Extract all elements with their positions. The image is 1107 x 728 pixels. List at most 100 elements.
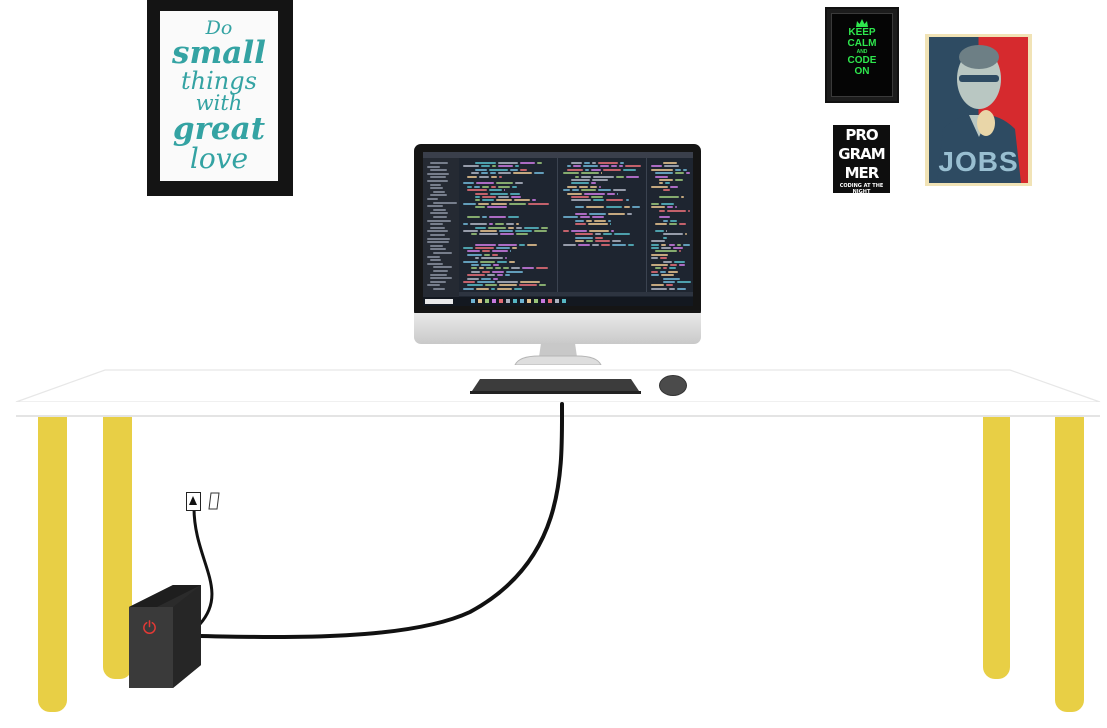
file-tree-item[interactable]	[433, 216, 447, 218]
code-line	[651, 274, 659, 277]
keyboard[interactable]	[470, 379, 641, 394]
code-line	[612, 189, 627, 192]
taskbar-app-icon[interactable]	[492, 299, 496, 303]
taskbar-app-icon[interactable]	[506, 299, 510, 303]
code-line	[655, 250, 677, 253]
code-line	[505, 270, 523, 273]
taskbar-app-icon[interactable]	[555, 299, 559, 303]
file-tree-item[interactable]	[430, 169, 448, 172]
code-line	[676, 287, 686, 290]
code-line	[606, 192, 616, 195]
file-tree-item[interactable]	[433, 270, 448, 272]
taskbar-app-icon[interactable]	[471, 299, 475, 303]
power-icon[interactable]	[142, 619, 157, 634]
file-tree-item[interactable]	[430, 280, 447, 283]
pane-divider[interactable]	[557, 158, 558, 292]
taskbar-search-box[interactable]	[425, 299, 453, 304]
code-line	[496, 199, 513, 202]
pane-divider[interactable]	[646, 158, 647, 292]
code-line	[510, 250, 511, 253]
code-line	[679, 223, 686, 226]
file-tree-item[interactable]	[427, 180, 448, 182]
file-tree-item[interactable]	[430, 234, 445, 236]
code-line	[563, 243, 577, 246]
code-line	[575, 175, 580, 178]
programmer-tagline: CODING AT THE NIGHT	[839, 183, 884, 195]
file-tree-item[interactable]	[433, 201, 457, 204]
code-line	[504, 274, 511, 277]
file-tree-item[interactable]	[427, 219, 451, 222]
code-line	[471, 267, 477, 270]
file-tree-item[interactable]	[430, 259, 442, 262]
file-tree-item[interactable]	[427, 198, 438, 200]
code-line	[534, 172, 545, 175]
code-line	[659, 216, 670, 219]
taskbar-app-icon[interactable]	[527, 299, 531, 303]
taskbar-app-icon[interactable]	[513, 299, 517, 303]
desk-leg	[38, 417, 67, 712]
file-tree-item[interactable]	[430, 226, 445, 229]
taskbar-app-icon[interactable]	[562, 299, 566, 303]
code-line	[591, 182, 597, 185]
code-line	[504, 257, 508, 260]
code-line	[571, 230, 587, 232]
file-tree-item[interactable]	[427, 241, 450, 244]
taskbar-app-icon[interactable]	[548, 299, 552, 303]
code-editor-screen[interactable]	[423, 152, 693, 306]
code-line	[532, 199, 537, 202]
file-tree-item[interactable]	[427, 262, 443, 265]
code-line	[591, 243, 599, 246]
taskbar-app-icon[interactable]	[485, 299, 489, 303]
code-line	[607, 219, 611, 222]
code-line	[586, 240, 593, 243]
file-tree-item[interactable]	[427, 237, 450, 240]
file-tree-item[interactable]	[433, 208, 446, 211]
code-line	[571, 199, 592, 202]
code-line	[663, 162, 678, 164]
taskbar-app-icon[interactable]	[534, 299, 538, 303]
code-line	[511, 196, 522, 198]
file-tree-item[interactable]	[430, 223, 444, 226]
taskbar-app-icon[interactable]	[499, 299, 503, 303]
code-line	[567, 192, 583, 195]
code-line	[606, 199, 624, 202]
code-line	[593, 199, 605, 202]
code-line	[664, 165, 679, 168]
code-line	[581, 172, 600, 175]
file-tree-item[interactable]	[430, 244, 444, 247]
quote-word: love	[189, 142, 249, 175]
code-line	[591, 196, 604, 198]
code-line	[651, 253, 668, 256]
file-tree-item[interactable]	[433, 252, 453, 254]
taskbar-app-icon[interactable]	[541, 299, 545, 303]
file-tree-item[interactable]	[430, 273, 447, 276]
code-line	[666, 206, 674, 209]
code-line	[571, 179, 590, 181]
taskbar-app-icon[interactable]	[478, 299, 482, 303]
code-line	[563, 189, 571, 192]
file-tree-item[interactable]	[427, 172, 450, 175]
code-line	[588, 223, 608, 226]
code-line	[651, 247, 659, 249]
file-tree-item[interactable]	[430, 187, 444, 190]
monitor	[414, 144, 701, 318]
code-line	[589, 185, 597, 188]
file-tree-item[interactable]	[427, 165, 441, 168]
mouse[interactable]	[659, 375, 687, 396]
code-line	[475, 199, 480, 202]
code-line	[488, 216, 507, 219]
taskbar-app-icon[interactable]	[520, 299, 524, 303]
code-line	[598, 162, 618, 164]
file-tree-item[interactable]	[433, 190, 446, 193]
file-tree-item[interactable]	[433, 288, 445, 290]
file-tree-item[interactable]	[430, 277, 452, 280]
file-tree-item[interactable]	[427, 205, 444, 208]
file-tree-item[interactable]	[430, 183, 442, 186]
code-line	[534, 230, 547, 232]
code-line	[519, 284, 538, 287]
code-line	[660, 257, 668, 260]
keep-calm-line: KEEP	[848, 27, 876, 38]
file-tree-item[interactable]	[427, 255, 441, 258]
code-line	[567, 185, 578, 188]
file-tree-item[interactable]	[430, 162, 448, 164]
